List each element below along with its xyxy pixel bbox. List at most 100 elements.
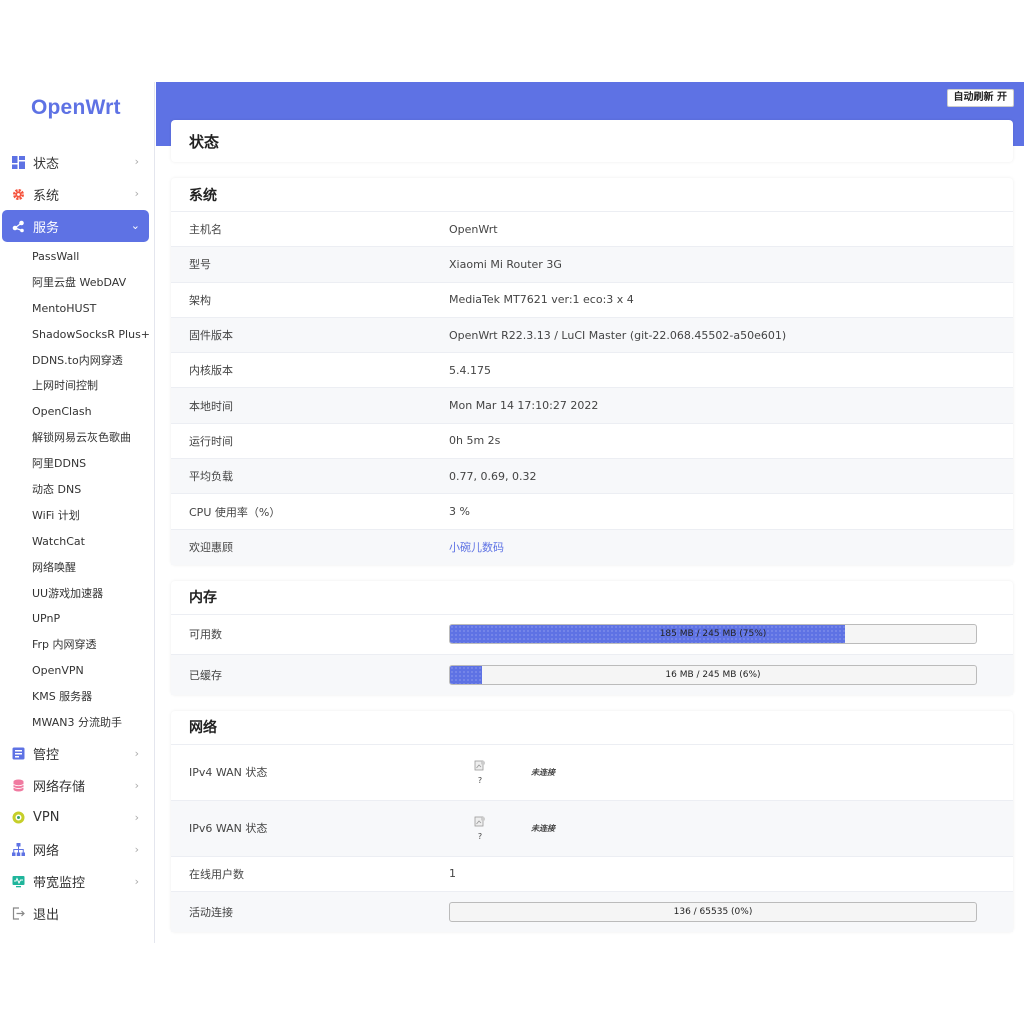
- memory-table: 可用数 185 MB / 245 MB (75%) 已缓存 16 MB / 24…: [171, 615, 1013, 695]
- chevron-right-icon: ›: [134, 187, 139, 200]
- table-row: 可用数 185 MB / 245 MB (75%): [171, 615, 1013, 655]
- submenu-item[interactable]: OpenClash: [0, 399, 155, 425]
- table-row: 活动连接 136 / 65535 (0%): [171, 891, 1013, 932]
- row-value: 0.77, 0.69, 0.32: [449, 469, 537, 483]
- table-row: 本地时间 Mon Mar 14 17:10:27 2022: [171, 388, 1013, 424]
- row-value: 0h 5m 2s: [449, 434, 501, 448]
- row-value: 185 MB / 245 MB (75%): [449, 624, 1013, 645]
- sidebar-item-label: 管控: [33, 748, 60, 764]
- row-key: 内核版本: [189, 364, 233, 378]
- ipv4-wan-status: ? 未连接: [449, 760, 1013, 785]
- row-key: 平均负载: [189, 470, 233, 484]
- submenu-item[interactable]: 阿里云盘 WebDAV: [0, 270, 155, 296]
- row-value: 136 / 65535 (0%): [449, 901, 1013, 922]
- row-value: 3 %: [449, 505, 470, 519]
- ipv6-wan-status: ? 未连接: [449, 816, 1013, 841]
- row-key: 欢迎惠顾: [189, 541, 233, 555]
- vpn-icon: [11, 811, 25, 825]
- chevron-right-icon: ›: [134, 746, 139, 760]
- sidebar-item-control[interactable]: 管控 ›: [0, 738, 155, 770]
- row-key: 在线用户数: [189, 867, 244, 881]
- sidebar-item-system[interactable]: 系统 ›: [0, 178, 155, 210]
- page-title: 状态: [171, 120, 1013, 162]
- row-value: OpenWrt R22.3.13 / LuCI Master (git-22.0…: [449, 328, 787, 342]
- row-value: 小碗儿数码: [449, 539, 1013, 555]
- table-row: 已缓存 16 MB / 245 MB (6%): [171, 654, 1013, 695]
- submenu-item[interactable]: 阿里DDNS: [0, 451, 155, 477]
- table-row: 内核版本 5.4.175: [171, 353, 1013, 389]
- row-key: 运行时间: [189, 434, 233, 448]
- services-submenu: PassWall 阿里云盘 WebDAV MentoHUST ShadowSoc…: [0, 242, 155, 738]
- section-title: 内存: [171, 581, 1013, 615]
- sidebar-item-status[interactable]: 状态 ›: [0, 146, 155, 178]
- row-key: 架构: [189, 293, 211, 307]
- cached-memory-bar: 16 MB / 245 MB (6%): [449, 664, 977, 685]
- submenu-item[interactable]: MentoHUST: [0, 296, 155, 322]
- icon-caption: ?: [477, 775, 483, 785]
- submenu-item[interactable]: WatchCat: [0, 529, 155, 555]
- sidebar-item-label: 服务: [33, 220, 60, 236]
- chevron-right-icon: ›: [134, 778, 139, 792]
- submenu-item[interactable]: Frp 内网穿透: [0, 632, 155, 658]
- table-row: 主机名 OpenWrt: [171, 212, 1013, 248]
- row-key: IPv4 WAN 状态: [189, 766, 268, 780]
- submenu-item[interactable]: UPnP: [0, 606, 155, 632]
- sidebar-menu: 状态 › 系统 › 服务 ⌄ PassWall 阿里云盘 WebDAV Ment…: [0, 146, 155, 930]
- row-value: 16 MB / 245 MB (6%): [449, 664, 1013, 685]
- submenu-item[interactable]: PassWall: [0, 244, 155, 270]
- sidebar-item-label: 带宽监控: [33, 876, 86, 892]
- row-key: 本地时间: [189, 399, 233, 413]
- sidebar-item-logout[interactable]: 退出: [0, 898, 155, 930]
- sidebar-item-bandwidth[interactable]: 带宽监控 ›: [0, 866, 155, 898]
- table-row: IPv4 WAN 状态 ? 未连接: [171, 745, 1013, 801]
- monitor-icon: [11, 875, 25, 889]
- submenu-item[interactable]: 网络唤醒: [0, 555, 155, 581]
- row-key: 可用数: [189, 628, 222, 642]
- chevron-right-icon: ›: [134, 874, 139, 888]
- row-value: Xiaomi Mi Router 3G: [449, 257, 562, 271]
- sidebar-item-label: 系统: [33, 188, 60, 204]
- row-value: 1: [449, 867, 456, 881]
- chevron-right-icon: ›: [134, 155, 139, 168]
- table-row: IPv6 WAN 状态 ? 未连接: [171, 800, 1013, 857]
- table-row: 运行时间 0h 5m 2s: [171, 424, 1013, 460]
- submenu-item[interactable]: DDNS.to内网穿透: [0, 348, 155, 374]
- section-title: 系统: [171, 178, 1013, 212]
- section-title: 网络: [171, 711, 1013, 745]
- submenu-item[interactable]: WiFi 计划: [0, 503, 155, 529]
- table-row: 架构 MediaTek MT7621 ver:1 eco:3 x 4: [171, 283, 1013, 318]
- table-row: CPU 使用率（%） 3 %: [171, 494, 1013, 530]
- table-row: 平均负载 0.77, 0.69, 0.32: [171, 459, 1013, 495]
- submenu-item[interactable]: UU游戏加速器: [0, 581, 155, 607]
- wan-disconnected-icon: ?: [449, 760, 511, 785]
- active-connections-bar: 136 / 65535 (0%): [449, 901, 977, 922]
- row-key: 已缓存: [189, 668, 222, 682]
- status-text: 未连接: [531, 767, 555, 777]
- network-icon: [11, 843, 25, 857]
- sidebar-item-label: 网络: [33, 844, 60, 860]
- progress-label: 16 MB / 245 MB (6%): [665, 669, 761, 680]
- submenu-item[interactable]: ShadowSocksR Plus+: [0, 322, 155, 348]
- row-value: OpenWrt: [449, 222, 498, 236]
- openwrt-logo[interactable]: OpenWrt: [31, 96, 121, 120]
- wan-disconnected-icon: ?: [449, 816, 511, 841]
- auto-refresh-button[interactable]: 自动刷新 开: [946, 89, 1014, 107]
- sidebar-item-services[interactable]: 服务 ⌄: [2, 210, 149, 242]
- submenu-item[interactable]: 动态 DNS: [0, 477, 155, 503]
- chevron-down-icon: ⌄: [130, 219, 140, 232]
- system-section: 系统 主机名 OpenWrt 型号 Xiaomi Mi Router 3G 架构 Me…: [171, 178, 1013, 565]
- submenu-item[interactable]: MWAN3 分流助手: [0, 710, 155, 736]
- sidebar-item-vpn[interactable]: VPN ›: [0, 802, 155, 834]
- sidebar-item-network[interactable]: 网络 ›: [0, 834, 155, 866]
- submenu-item[interactable]: 解锁网易云灰色歌曲: [0, 425, 155, 451]
- status-text: 未连接: [531, 823, 555, 833]
- table-row: 型号 Xiaomi Mi Router 3G: [171, 247, 1013, 283]
- submenu-item[interactable]: KMS 服务器: [0, 684, 155, 710]
- sidebar-item-storage[interactable]: 网络存储 ›: [0, 770, 155, 802]
- available-memory-bar: 185 MB / 245 MB (75%): [449, 624, 977, 645]
- submenu-item[interactable]: 上网时间控制: [0, 373, 155, 399]
- row-key: 主机名: [189, 223, 222, 237]
- welcome-link[interactable]: 小碗儿数码: [449, 541, 504, 554]
- progress-label: 185 MB / 245 MB (75%): [659, 629, 767, 640]
- submenu-item[interactable]: OpenVPN: [0, 658, 155, 684]
